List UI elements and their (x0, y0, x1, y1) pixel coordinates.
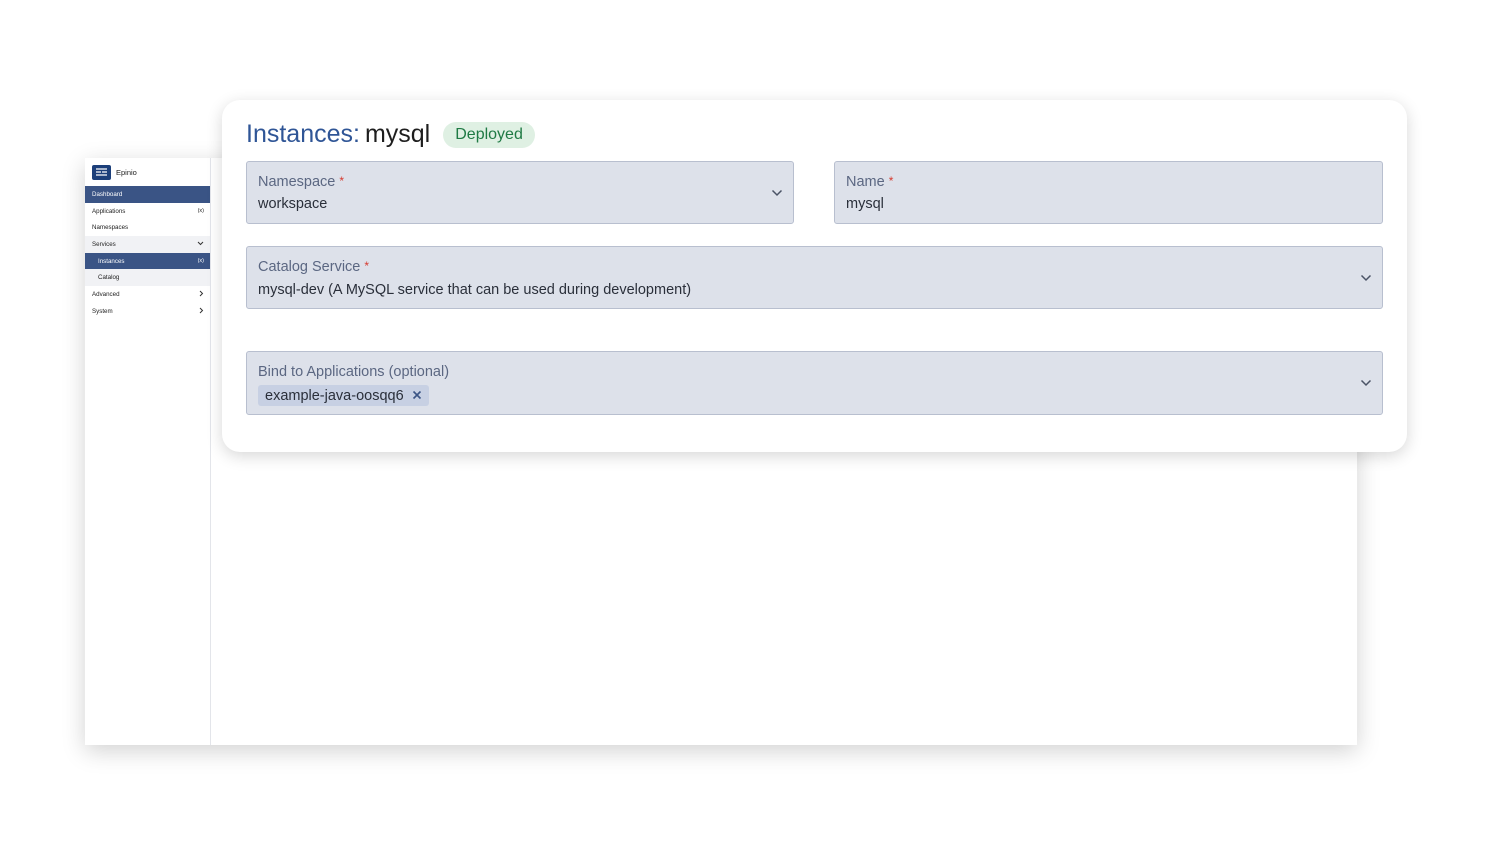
name-label: Name * (846, 174, 894, 190)
sidebar-item-services[interactable]: Services (85, 236, 210, 253)
sidebar-item-label: Catalog (98, 274, 120, 282)
sidebar-item-label: Applications (92, 207, 126, 215)
sidebar-item-instances[interactable]: Instances (x) (85, 252, 210, 270)
sidebar-item-label: Dashboard (92, 190, 123, 198)
sidebar-item-namespaces[interactable]: Namespaces (85, 219, 210, 236)
page-title: Instances: mysql Deployed (246, 120, 535, 149)
sidebar-item-label: Advanced (92, 290, 120, 298)
brand-name: Epinio (116, 167, 137, 177)
required-mark: * (339, 174, 345, 188)
sidebar-item-label: Services (92, 240, 116, 248)
service-instance-card: Instances: mysql Deployed Namespace * wor… (222, 100, 1407, 452)
chevron-down-icon[interactable] (771, 184, 783, 202)
namespace-value: workspace (258, 196, 328, 212)
sidebar-item-system[interactable]: System (85, 303, 210, 320)
page-title-label: Instances: (246, 120, 360, 148)
bind-applications-label: Bind to Applications (optional) (258, 364, 450, 380)
sidebar-item-count: (x) (197, 258, 204, 265)
sidebar: Epinio Dashboard Applications (x) Namesp… (85, 158, 211, 745)
sidebar-item-dashboard[interactable]: Dashboard (85, 186, 210, 203)
sidebar-item-count: (x) (197, 208, 204, 215)
sidebar-item-applications[interactable]: Applications (x) (85, 203, 210, 220)
selected-app-tag: example-java-oosqq6 (258, 385, 429, 406)
chevron-right-icon (199, 290, 204, 299)
status-badge: Deployed (443, 121, 535, 148)
tag-label: example-java-oosqq6 (265, 387, 404, 404)
name-field[interactable]: Name * mysql (834, 161, 1383, 224)
remove-tag-close-icon[interactable] (412, 387, 422, 404)
chevron-right-icon (199, 307, 204, 316)
catalog-service-select[interactable]: Catalog Service * mysql-dev (A MySQL serv… (246, 246, 1383, 309)
bind-applications-select[interactable]: Bind to Applications (optional) example-… (246, 351, 1383, 415)
sidebar-item-advanced[interactable]: Advanced (85, 286, 210, 303)
brand[interactable]: Epinio (85, 158, 210, 186)
sidebar-item-label: System (92, 307, 113, 315)
epinio-logo-icon (92, 164, 111, 180)
namespace-select[interactable]: Namespace * workspace (246, 161, 794, 224)
sidebar-item-label: Instances (98, 257, 125, 265)
chevron-down-icon[interactable] (1360, 374, 1372, 392)
chevron-down-icon[interactable] (1360, 269, 1372, 287)
sidebar-item-catalog[interactable]: Catalog (85, 269, 210, 287)
catalog-service-label: Catalog Service * (258, 259, 370, 275)
chevron-down-icon (197, 241, 204, 248)
sidebar-item-label: Namespaces (92, 224, 129, 232)
catalog-service-value: mysql-dev (A MySQL service that can be u… (258, 282, 692, 298)
page-title-value: mysql (364, 120, 431, 148)
name-value: mysql (846, 196, 884, 212)
namespace-label: Namespace * (258, 174, 345, 190)
required-mark: * (364, 259, 370, 273)
required-mark: * (888, 174, 894, 188)
